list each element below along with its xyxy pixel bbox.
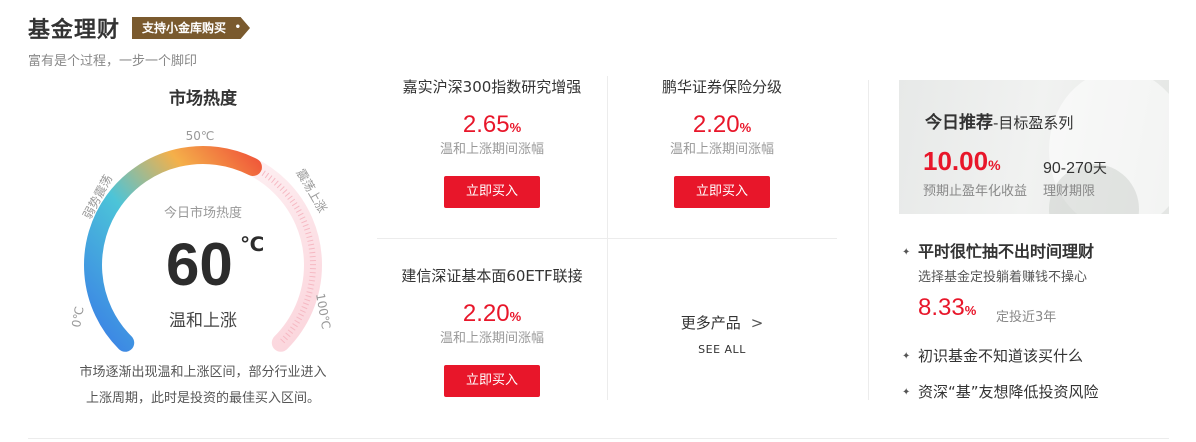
fund-rate: 2.20% <box>607 110 837 140</box>
tip-veteran-label: 资深“基”友想降低投资风险 <box>918 383 1099 401</box>
sparkle-icon: ✦ <box>902 351 911 362</box>
gauge-scale-mid: 50℃ <box>186 129 215 143</box>
gauge-unit: ℃ <box>240 232 265 256</box>
promo-title: 今日推荐-目标盈系列 <box>925 108 1073 133</box>
fund-card-3: 建信深证基本面60ETF联接 2.20% 温和上涨期间涨幅 立即买入 <box>377 265 607 397</box>
tip-veteran[interactable]: ✦ 资深“基”友想降低投资风险 <box>902 381 1099 402</box>
panel-divider <box>868 80 869 400</box>
fund-rate-unit: % <box>739 120 752 135</box>
market-heat-panel: 市场热度 50℃ 弱势震荡 震荡上涨 0℃ 100℃ 今日市场热度 60 ℃ 温… <box>28 80 378 410</box>
xiaojinku-tag: 支持小金库购买 • <box>132 17 251 39</box>
fund-name[interactable]: 建信深证基本面60ETF联接 <box>377 265 607 287</box>
gauge-value: 60 <box>166 231 233 298</box>
tip-beginner-label: 初识基金不知道该买什么 <box>918 347 1084 365</box>
fund-rate-value: 2.20 <box>692 111 740 138</box>
fund-rate: 2.65% <box>377 110 607 140</box>
promo-rate-unit: % <box>988 157 1001 173</box>
promo-title-bold: 今日推荐 <box>925 113 993 133</box>
chevron-right-icon: > <box>750 314 764 332</box>
promo-rate: 10.00% <box>923 146 1001 177</box>
tip-beginner[interactable]: ✦ 初识基金不知道该买什么 <box>902 345 1083 366</box>
more-label-text: 更多产品 <box>680 314 741 332</box>
sparkle-icon: ✦ <box>902 387 911 398</box>
fund-rate: 2.20% <box>377 299 607 329</box>
gauge-description: 市场逐渐出现温和上涨区间，部分行业进入 上涨周期，此时是投资的最佳买入区间。 <box>58 360 348 412</box>
promo-term-unit: 天 <box>1092 160 1107 176</box>
buy-button[interactable]: 立即买入 <box>674 176 770 208</box>
tag-label: 支持小金库购买 <box>142 21 227 35</box>
section-title: 基金理财 <box>28 18 121 43</box>
today-recommend-card[interactable]: 今日推荐-目标盈系列 10.00% 预期止盈年化收益 90-270天 理财期限 <box>899 80 1169 214</box>
fund-rate-label: 温和上涨期间涨幅 <box>439 331 544 346</box>
promo-rate-value: 10.00 <box>923 146 989 176</box>
section-subtitle: 富有是个过程，一步一个脚印 <box>28 54 198 69</box>
promo-title-rest: -目标盈系列 <box>993 114 1074 132</box>
promo-term-value: 90-270 <box>1043 160 1093 177</box>
promo-rate-label: 预期止盈年化收益 <box>923 184 1028 199</box>
promo-term: 90-270天 <box>1043 158 1107 178</box>
fund-rate-unit: % <box>509 309 522 324</box>
fund-rate-label: 温和上涨期间涨幅 <box>669 142 774 157</box>
fund-rate-unit: % <box>509 120 522 135</box>
gauge-description-line2: 上涨周期，此时是投资的最佳买入区间。 <box>85 391 320 406</box>
fund-card-2: 鹏华证券保险分级 2.20% 温和上涨期间涨幅 立即买入 <box>607 76 837 208</box>
bottom-divider <box>28 438 1169 439</box>
more-products-link[interactable]: 更多产品 > SEE ALL <box>607 312 837 356</box>
promo-term-label: 理财期限 <box>1043 184 1096 199</box>
tip-rate-label: 定投近3年 <box>996 310 1057 325</box>
grid-divider-horizontal <box>377 238 837 239</box>
buy-button[interactable]: 立即买入 <box>444 176 540 208</box>
fund-rate-value: 2.65 <box>462 111 510 138</box>
gauge-description-line1: 市场逐渐出现温和上涨区间，部分行业进入 <box>79 365 327 380</box>
tip-busy-label: 平时很忙抽不出时间理财 <box>918 242 1095 261</box>
tag-dot-icon: • <box>234 22 242 33</box>
fund-rate-value: 2.20 <box>462 300 510 327</box>
gauge-title: 市场热度 <box>169 89 237 109</box>
fund-card-1: 嘉实沪深300指数研究增强 2.65% 温和上涨期间涨幅 立即买入 <box>377 76 607 208</box>
tip-rate: 8.33% <box>918 294 976 322</box>
buy-button[interactable]: 立即买入 <box>444 365 540 397</box>
more-products-label: 更多产品 > <box>607 312 837 333</box>
fund-rate-label: 温和上涨期间涨幅 <box>439 142 544 157</box>
tip-rate-value: 8.33 <box>918 294 965 321</box>
tip-busy-sub: 选择基金定投躺着赚钱不操心 <box>918 270 1088 285</box>
tip-busy[interactable]: ✦ 平时很忙抽不出时间理财 <box>902 238 1094 262</box>
fund-name[interactable]: 嘉实沪深300指数研究增强 <box>377 76 607 98</box>
fund-name[interactable]: 鹏华证券保险分级 <box>607 76 837 98</box>
see-all-label: SEE ALL <box>698 343 746 356</box>
tip-rate-unit: % <box>964 303 977 318</box>
gauge-state: 温和上涨 <box>169 311 237 331</box>
gauge-caption: 今日市场热度 <box>163 206 242 221</box>
sparkle-icon: ✦ <box>902 247 911 258</box>
